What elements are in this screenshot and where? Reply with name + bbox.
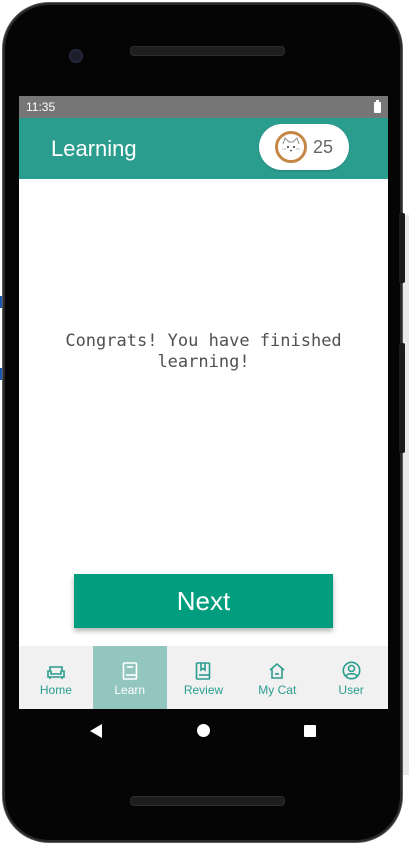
battery-icon xyxy=(374,99,381,113)
status-bar: 11:35 xyxy=(19,96,388,118)
message-line: learning! xyxy=(157,352,250,372)
system-navigation-bar xyxy=(19,709,388,754)
nav-item-review[interactable]: Review xyxy=(167,646,241,709)
app-screen: 11:35 Learning 25 Congrats! You have fin… xyxy=(19,96,388,709)
nav-label: Review xyxy=(183,683,224,697)
nav-item-learn[interactable]: Learn xyxy=(92,646,167,709)
app-bar: Learning 25 xyxy=(19,118,388,179)
sofa-icon xyxy=(46,658,66,680)
message-line: Congrats! You have finished xyxy=(65,331,342,351)
recent-apps-icon[interactable] xyxy=(304,725,316,737)
home-circle-icon[interactable] xyxy=(197,724,210,737)
next-button[interactable]: Next xyxy=(74,574,333,628)
user-circle-icon xyxy=(342,658,361,680)
cat-face-icon xyxy=(275,131,307,163)
nav-item-my-cat[interactable]: My Cat xyxy=(240,646,314,709)
front-camera xyxy=(69,49,83,63)
nav-label: User xyxy=(338,683,364,697)
nav-item-home[interactable]: Home xyxy=(19,646,93,709)
nav-item-user[interactable]: User xyxy=(314,646,388,709)
coin-counter[interactable]: 25 xyxy=(259,124,349,170)
house-icon xyxy=(268,658,286,680)
page-title: Learning xyxy=(51,136,137,161)
bottom-speaker xyxy=(130,796,285,806)
nav-label: My Cat xyxy=(258,683,297,697)
nav-label: Home xyxy=(39,683,72,697)
top-speaker xyxy=(130,46,285,56)
completion-message: Congrats! You have finished learning! xyxy=(19,331,388,373)
power-button xyxy=(399,213,405,283)
coin-count: 25 xyxy=(313,136,334,157)
bottom-navigation: Home Learn Review My Cat User xyxy=(19,646,388,709)
volume-button xyxy=(399,343,405,453)
back-icon[interactable] xyxy=(90,724,102,738)
nav-label: Learn xyxy=(114,683,146,697)
book-icon xyxy=(122,658,138,680)
status-time: 11:35 xyxy=(26,100,56,114)
bookmark-book-icon xyxy=(195,658,211,680)
